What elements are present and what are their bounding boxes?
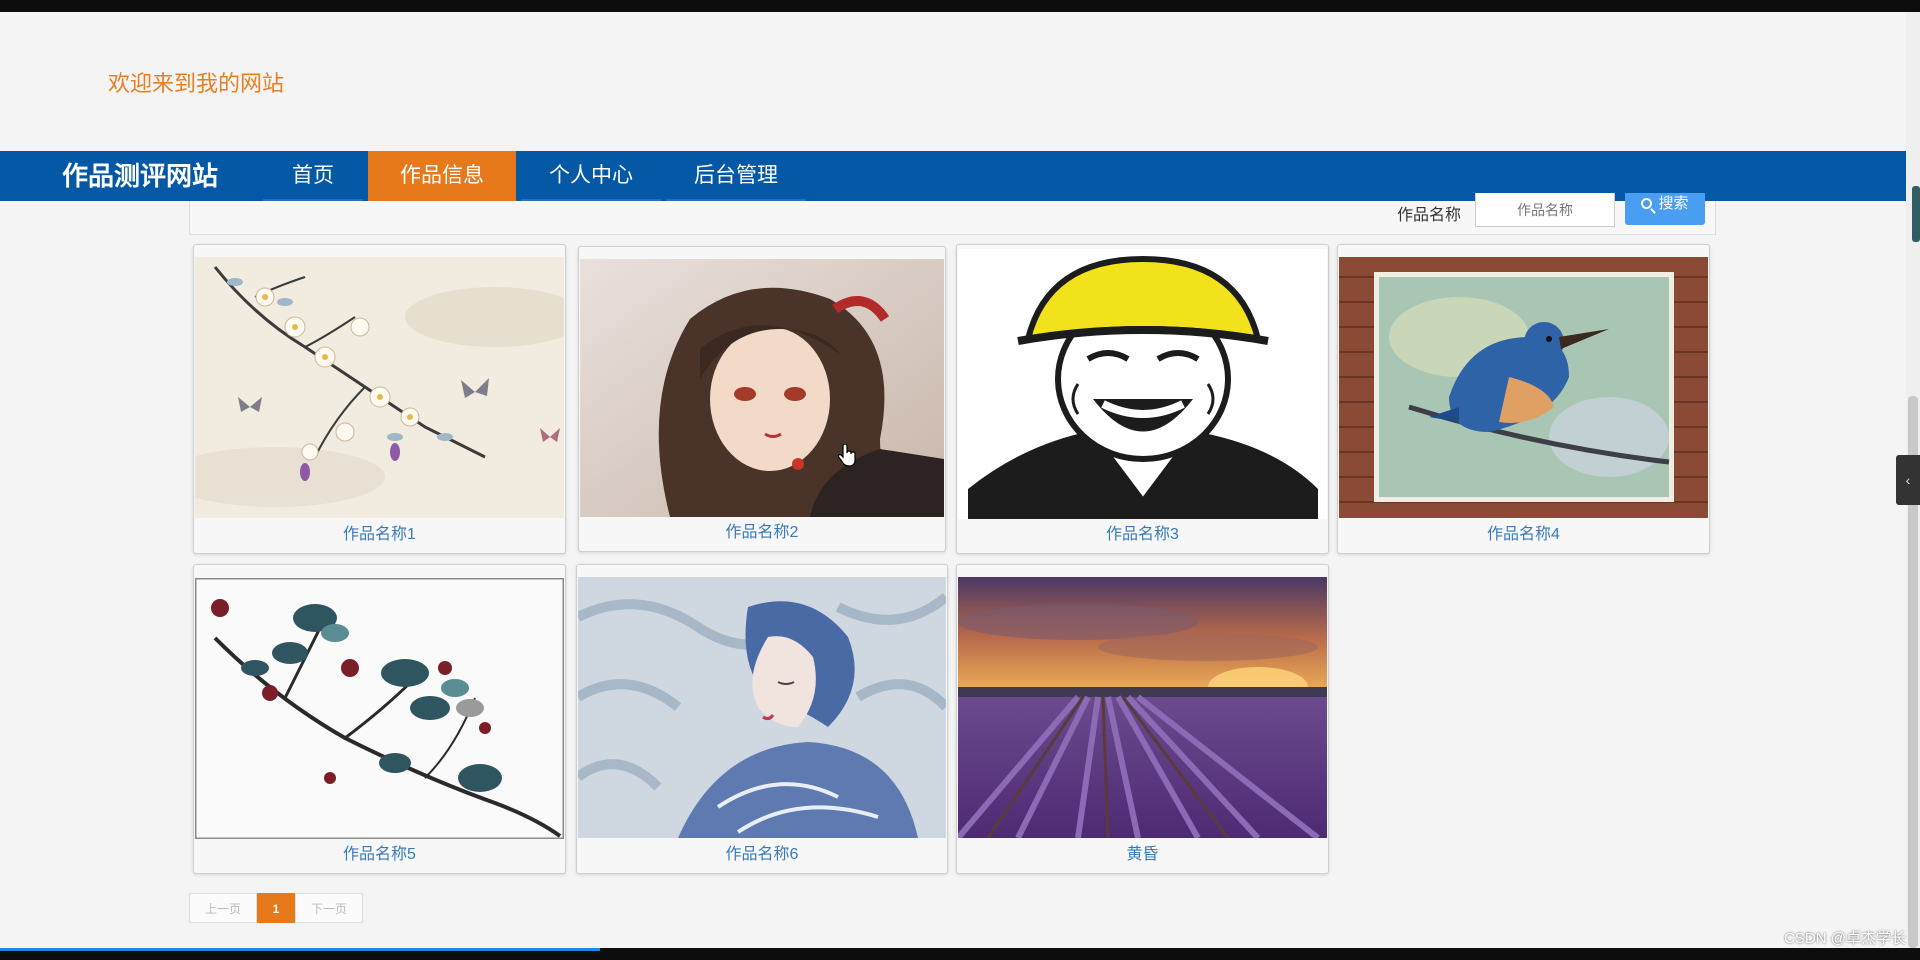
prev-page-button[interactable]: 上一页 — [189, 893, 257, 923]
work-image-kingfisher[interactable] — [1339, 257, 1708, 518]
work-card[interactable]: 黄昏 — [956, 564, 1329, 874]
nav-item-works[interactable]: 作品信息 — [368, 151, 516, 201]
work-title[interactable]: 作品名称6 — [577, 837, 947, 873]
work-card[interactable]: 作品名称5 — [193, 564, 566, 874]
work-title[interactable]: 作品名称2 — [579, 515, 945, 551]
nav-item-home[interactable]: 首页 — [263, 151, 363, 201]
site-brand[interactable]: 作品测评网站 — [62, 151, 218, 201]
next-page-button[interactable]: 下一页 — [295, 893, 363, 923]
work-title[interactable]: 黄昏 — [957, 837, 1328, 873]
search-label: 作品名称 — [1396, 207, 1461, 224]
chevron-left-icon: ‹ — [1905, 472, 1911, 488]
screen-top-bar — [0, 0, 1920, 12]
work-card[interactable]: 作品名称3 — [956, 244, 1329, 554]
search-icon — [1641, 198, 1653, 209]
nav-item-admin[interactable]: 后台管理 — [666, 151, 806, 201]
work-title[interactable]: 作品名称4 — [1338, 517, 1709, 553]
search-input[interactable] — [1475, 193, 1615, 227]
work-title[interactable]: 作品名称3 — [957, 517, 1328, 553]
nav-item-personal-center[interactable]: 个人中心 — [521, 151, 661, 201]
work-image-flowers[interactable] — [195, 257, 564, 518]
work-image-ink-branch[interactable] — [195, 578, 564, 839]
work-title[interactable]: 作品名称5 — [194, 837, 565, 873]
work-card[interactable]: 作品名称4 — [1337, 244, 1710, 554]
progress-line — [0, 948, 600, 951]
welcome-text: 欢迎来到我的网站 — [108, 71, 285, 96]
hand-cursor-icon — [838, 444, 856, 467]
main-navbar: 作品测评网站 首页 作品信息 个人中心 后台管理 — [0, 151, 1906, 201]
work-image-anime-girl[interactable] — [580, 259, 944, 517]
pagination: 上一页 1 下一页 — [189, 893, 363, 923]
watermark: CSDN @卓杰学长 — [1784, 930, 1906, 947]
work-title[interactable]: 作品名称1 — [194, 517, 565, 553]
scroll-marker — [1912, 186, 1920, 242]
search-button[interactable]: 搜索 — [1625, 193, 1705, 225]
sidebar-toggle-button[interactable]: ‹ — [1896, 455, 1920, 505]
search-panel: 作品名称 搜索 — [189, 193, 1716, 235]
work-image-blue-boy[interactable] — [578, 577, 946, 838]
work-card[interactable]: 作品名称2 — [578, 246, 946, 552]
work-image-lavender-sunset[interactable] — [958, 577, 1327, 838]
current-page-button[interactable]: 1 — [257, 893, 295, 923]
work-image-meme[interactable] — [958, 249, 1327, 519]
work-card[interactable]: 作品名称6 — [576, 564, 948, 874]
work-card[interactable]: 作品名称1 — [193, 244, 566, 554]
search-button-label: 搜索 — [1658, 195, 1689, 212]
